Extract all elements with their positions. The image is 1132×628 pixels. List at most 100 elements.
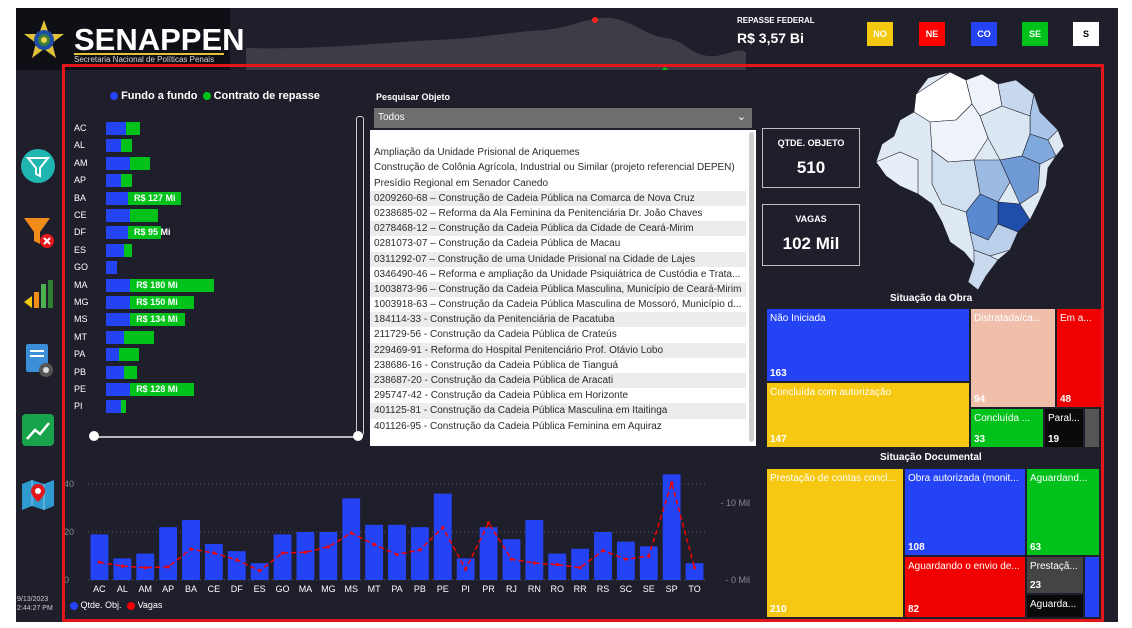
- combo-bar[interactable]: [90, 534, 109, 580]
- search-list-item[interactable]: Presídio Regional em Senador Canedo: [370, 176, 746, 191]
- document-settings-icon[interactable]: [18, 340, 58, 380]
- situacao-obra-tile[interactable]: Paral... 19: [1044, 408, 1084, 448]
- search-list-item[interactable]: Construção de Colônia Agrícola, Industri…: [370, 160, 746, 175]
- search-list-item[interactable]: 238687-20 - Construção da Cadeia Pública…: [370, 373, 746, 389]
- situacao-doc-tile[interactable]: Aguardando o envio de... 82: [904, 556, 1026, 618]
- situacao-obra-tile[interactable]: Concluída com autorização 147: [766, 382, 970, 448]
- hbar-contrato-bar[interactable]: [130, 209, 158, 222]
- filter-icon[interactable]: [18, 146, 58, 186]
- hbar-contrato-bar[interactable]: [123, 243, 133, 257]
- situacao-obra-tile[interactable]: Concluída ... 33: [970, 408, 1044, 448]
- sound-chart-icon[interactable]: [18, 274, 58, 314]
- hbar-fundo-bar[interactable]: [106, 209, 131, 222]
- trend-chart-icon[interactable]: [18, 410, 58, 450]
- combo-vagas-point[interactable]: [418, 548, 422, 552]
- combo-vagas-point[interactable]: [258, 569, 262, 573]
- situacao-doc-tile[interactable]: Obra autorizada (monit... 108: [904, 468, 1026, 556]
- search-list-item[interactable]: 0278468-12 – Construção da Cadeia Públic…: [370, 221, 746, 237]
- situacao-doc-tile[interactable]: [1084, 556, 1100, 618]
- search-list-item[interactable]: 184114-33 - Construção da Penitenciária …: [370, 312, 746, 328]
- hbar-contrato-bar[interactable]: [125, 122, 141, 135]
- region-button-no[interactable]: NO: [867, 22, 893, 46]
- hbar-fundo-bar[interactable]: [106, 191, 128, 205]
- situacao-obra-tile[interactable]: Distratada/ca... 94: [970, 308, 1056, 408]
- hbar-contrato-bar[interactable]: [121, 174, 133, 188]
- combo-vagas-point[interactable]: [624, 557, 628, 561]
- combo-vagas-point[interactable]: [441, 525, 445, 530]
- combo-bar[interactable]: [571, 548, 590, 580]
- hbar-fundo-bar[interactable]: [106, 330, 124, 344]
- situacao-obra-tile[interactable]: Não Iniciada 163: [766, 308, 970, 382]
- hbar-fundo-bar[interactable]: [106, 348, 120, 362]
- hbar-fundo-bar[interactable]: [106, 122, 126, 135]
- combo-vagas-point[interactable]: [212, 551, 216, 555]
- hbar-fundo-bar[interactable]: [106, 278, 131, 292]
- combo-vagas-point[interactable]: [189, 547, 193, 551]
- combo-vagas-point[interactable]: [578, 566, 582, 570]
- combo-bar[interactable]: [273, 534, 292, 580]
- hbar-scrollbar[interactable]: [356, 116, 364, 436]
- hbar-fundo-bar[interactable]: [106, 156, 131, 170]
- combo-vagas-point[interactable]: [555, 562, 559, 567]
- combo-bar[interactable]: [204, 544, 223, 580]
- search-list-item[interactable]: 1003918-63 – Construção da Cadeia Públic…: [370, 297, 746, 312]
- combo-bar[interactable]: [159, 527, 178, 580]
- hbar-fundo-bar[interactable]: [106, 243, 124, 257]
- combo-vagas-point[interactable]: [647, 554, 651, 558]
- search-list-item[interactable]: 229469-91 - Reforma do Hospital Penitenc…: [370, 342, 746, 358]
- combo-bar[interactable]: [365, 524, 384, 580]
- combo-vagas-point[interactable]: [670, 481, 674, 485]
- hbar-fundo-bar[interactable]: [106, 261, 117, 275]
- search-list-item[interactable]: 0209260-68 – Construção de Cadeia Públic…: [370, 190, 746, 206]
- hbar-fundo-bar[interactable]: [106, 296, 131, 309]
- combo-vagas-point[interactable]: [120, 564, 124, 568]
- hbar-contrato-bar[interactable]: [121, 139, 133, 153]
- combo-vagas-point[interactable]: [326, 545, 330, 549]
- combo-vagas-point[interactable]: [532, 561, 536, 565]
- combo-vagas-point[interactable]: [509, 557, 514, 561]
- region-button-ne[interactable]: NE: [919, 22, 945, 46]
- combo-vagas-point[interactable]: [372, 542, 376, 547]
- combo-vagas-point[interactable]: [143, 566, 147, 570]
- search-list-item[interactable]: 295747-42 - Construção da Cadeia Pública…: [370, 388, 746, 403]
- situacao-doc-tile[interactable]: Aguardand... 63: [1026, 468, 1100, 556]
- situacao-doc-tile[interactable]: Aguarda...: [1026, 594, 1084, 618]
- hbar-contrato-bar[interactable]: [123, 330, 155, 344]
- combo-vagas-point[interactable]: [235, 558, 239, 562]
- combo-vagas-point[interactable]: [486, 521, 491, 525]
- hbar-fundo-bar[interactable]: [106, 174, 122, 188]
- brazil-map[interactable]: [870, 64, 1070, 294]
- combo-bar[interactable]: [616, 541, 635, 580]
- search-list-item[interactable]: [370, 130, 746, 145]
- hbar-fundo-bar[interactable]: [106, 226, 128, 240]
- region-button-co[interactable]: CO: [971, 22, 997, 46]
- combo-vagas-point[interactable]: [166, 565, 170, 569]
- situacao-doc-tile[interactable]: Prestaçã... 23: [1026, 556, 1084, 594]
- range-slider-track[interactable]: [94, 436, 358, 438]
- combo-bar[interactable]: [433, 493, 452, 580]
- hbar-fundo-bar[interactable]: [106, 365, 124, 379]
- search-list-scrollbar[interactable]: [749, 132, 754, 442]
- combo-vagas-point[interactable]: [349, 531, 353, 535]
- combo-bar[interactable]: [410, 527, 429, 580]
- combo-vagas-point[interactable]: [280, 551, 285, 555]
- hbar-contrato-bar[interactable]: [123, 365, 137, 379]
- combo-vagas-point[interactable]: [97, 560, 102, 564]
- search-list-item[interactable]: 238686-16 - Construção da Cadeia Pública…: [370, 358, 746, 373]
- clear-filter-icon[interactable]: [18, 212, 58, 252]
- combo-bar[interactable]: [342, 498, 361, 580]
- combo-vagas-point[interactable]: [395, 552, 399, 557]
- situacao-obra-tile[interactable]: [1084, 408, 1100, 448]
- combo-bar[interactable]: [548, 553, 567, 580]
- search-list-item[interactable]: 401126-95 - Construção da Cadeia Pública…: [370, 419, 746, 434]
- search-list-item[interactable]: Ampliação da Unidade Prisional de Arique…: [370, 145, 746, 160]
- search-list-item[interactable]: 0281073-07 – Construção da Cadeia Públic…: [370, 236, 746, 251]
- combo-bar[interactable]: [639, 546, 658, 580]
- search-list-item[interactable]: 211729-56 - Construção da Cadeia Pública…: [370, 327, 746, 342]
- hbar-fundo-bar[interactable]: [106, 139, 122, 153]
- range-slider-handle-right[interactable]: [353, 431, 363, 441]
- combo-bar[interactable]: [525, 520, 544, 580]
- combo-bar[interactable]: [296, 532, 315, 580]
- combo-vagas-point[interactable]: [303, 550, 308, 554]
- situacao-obra-tile[interactable]: Em a... 48: [1056, 308, 1102, 408]
